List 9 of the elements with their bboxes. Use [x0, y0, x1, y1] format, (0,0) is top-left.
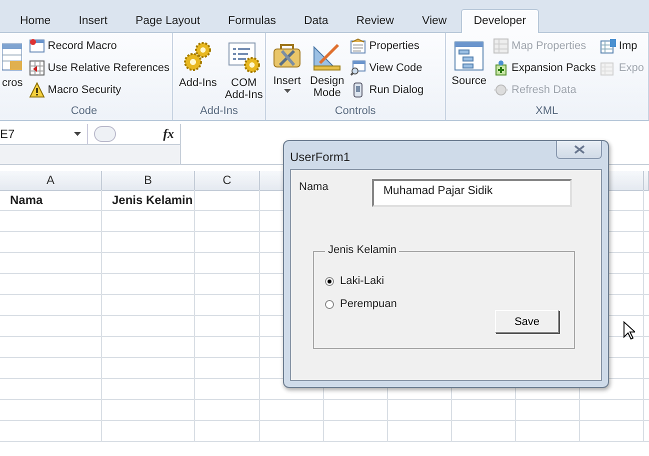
window-title: UserForm1	[290, 150, 350, 164]
field-label: Nama	[299, 181, 328, 193]
group-label: Controls	[334, 104, 377, 119]
group-label: Add-Ins	[199, 104, 239, 119]
group-label: Code	[70, 104, 98, 119]
group-label: XML	[534, 104, 560, 119]
frame-label: Jenis Kelamin	[325, 244, 400, 256]
table-cell: Nama	[0, 190, 102, 211]
table-cell: Jenis Kelamin	[102, 190, 195, 211]
